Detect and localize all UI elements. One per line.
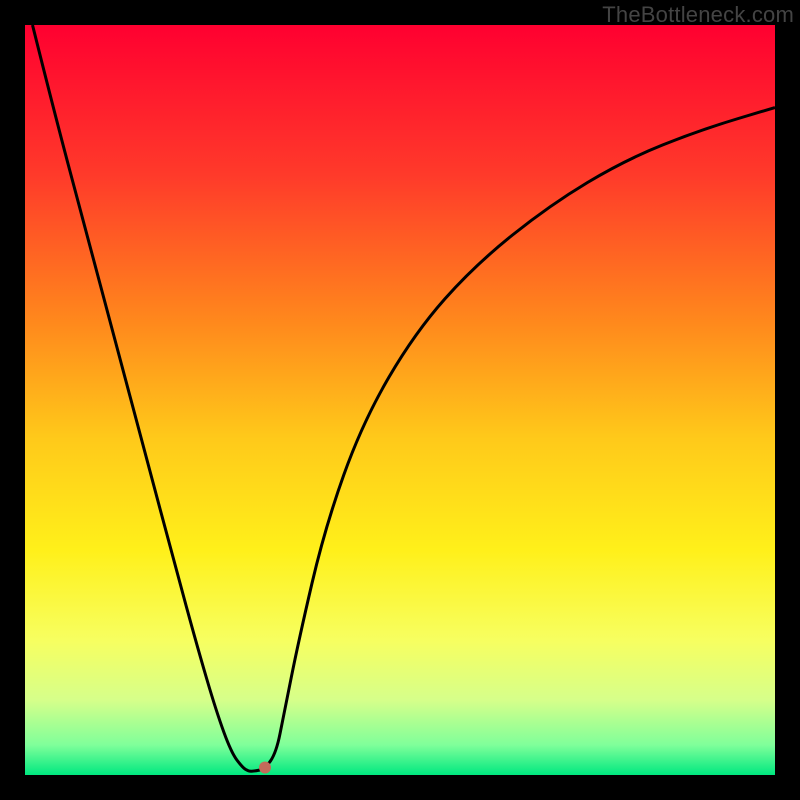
plot-area: [25, 25, 775, 775]
chart-frame: TheBottleneck.com: [0, 0, 800, 800]
gradient-background: [25, 25, 775, 775]
minimum-point-marker: [259, 762, 271, 774]
bottleneck-chart: [25, 25, 775, 775]
